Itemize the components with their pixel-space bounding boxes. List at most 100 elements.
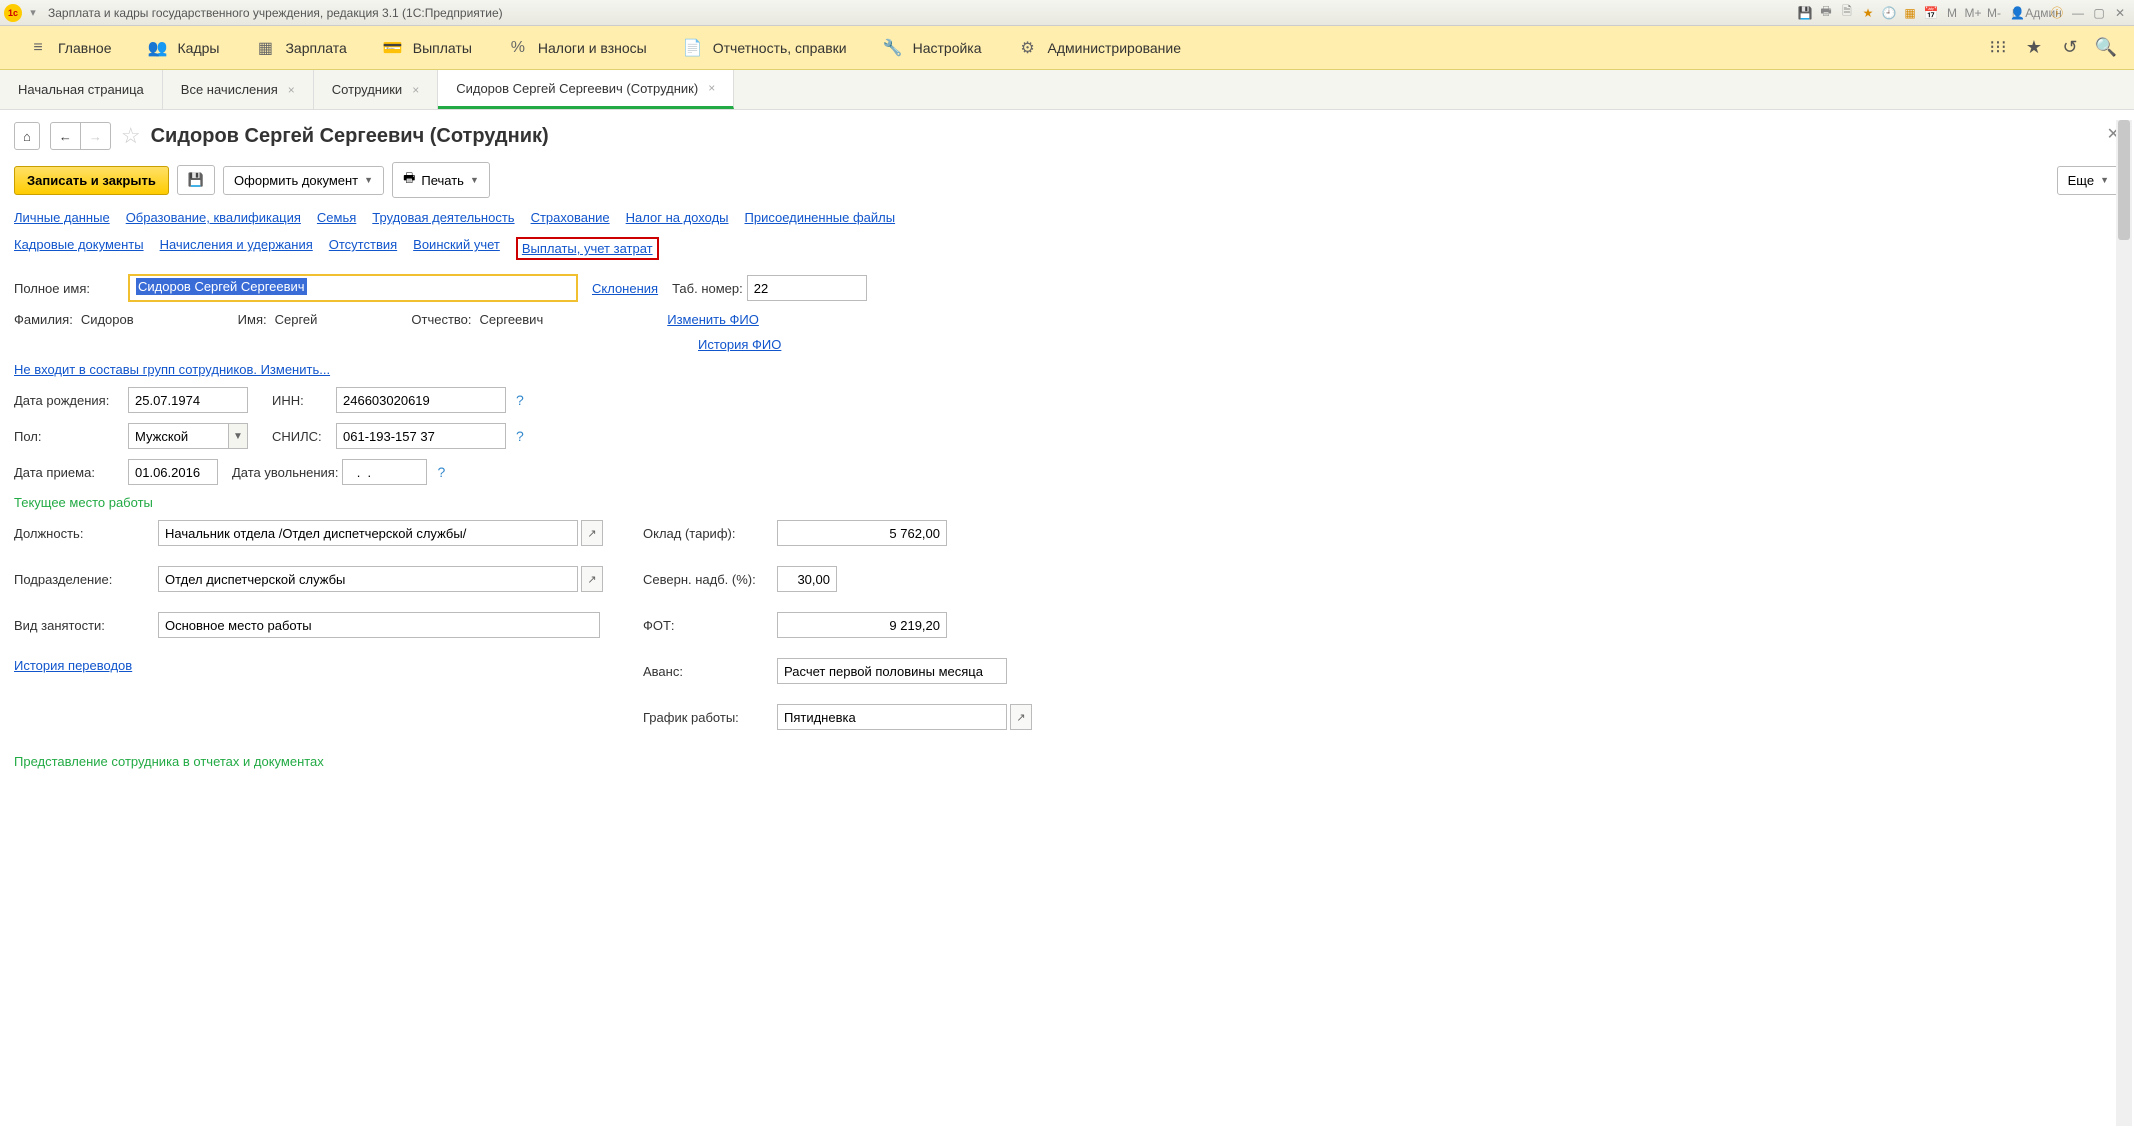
emp-type-input[interactable]	[158, 612, 600, 638]
salary-label: Оклад (тариф):	[643, 526, 773, 541]
full-name-input[interactable]: Сидоров Сергей Сергеевич	[128, 274, 578, 302]
tab-close-icon[interactable]: ×	[288, 83, 295, 97]
fire-date-input[interactable]	[342, 459, 427, 485]
link-tax[interactable]: Налог на доходы	[626, 210, 729, 225]
main-menu: ≡Главное 👥Кадры ▦Зарплата 💳Выплаты %Нало…	[0, 26, 2134, 70]
tab-employee-card[interactable]: Сидоров Сергей Сергеевич (Сотрудник)×	[438, 70, 734, 109]
favorite-star-icon[interactable]: ☆	[121, 123, 141, 149]
history-icon[interactable]: ↺	[2058, 36, 2082, 60]
patronymic-label: Отчество:	[411, 312, 471, 327]
menu-nastroyka[interactable]: 🔧Настройка	[865, 32, 1000, 64]
save-close-button[interactable]: Записать и закрыть	[14, 166, 169, 195]
menu-admin[interactable]: ⚙Администрирование	[1000, 32, 1200, 64]
menu-vyplaty[interactable]: 💳Выплаты	[365, 32, 490, 64]
menu-kadry[interactable]: 👥Кадры	[130, 32, 238, 64]
back-button[interactable]: ←	[50, 122, 81, 150]
open-ref-icon[interactable]: ↗	[581, 520, 603, 546]
save-button[interactable]: 💾	[177, 165, 215, 195]
clock-icon[interactable]: 🕘	[1879, 4, 1899, 22]
change-fio-link[interactable]: Изменить ФИО	[667, 312, 759, 327]
help-icon[interactable]: ?	[431, 464, 445, 480]
apps-icon[interactable]: ⁝⁝⁝	[1986, 36, 2010, 60]
transfers-link[interactable]: История переводов	[14, 658, 132, 673]
mminus-icon[interactable]: M-	[1984, 4, 2004, 22]
calc-icon[interactable]: ▦	[1900, 4, 1920, 22]
salary-input[interactable]	[777, 520, 947, 546]
print-icon[interactable]: 🖶	[1816, 4, 1836, 22]
link-payments-costs[interactable]: Выплаты, учет затрат	[516, 237, 659, 260]
menu-label: Настройка	[913, 40, 982, 56]
north-input[interactable]	[777, 566, 837, 592]
north-label: Северн. надб. (%):	[643, 572, 773, 587]
save-icon[interactable]: 💾	[1795, 4, 1815, 22]
link-hr-docs[interactable]: Кадровые документы	[14, 237, 144, 260]
hire-date-input[interactable]	[128, 459, 218, 485]
calendar-icon[interactable]: 📅	[1921, 4, 1941, 22]
vertical-scrollbar[interactable]	[2116, 120, 2132, 1126]
maximize-icon[interactable]: ▢	[2089, 4, 2109, 22]
link-files[interactable]: Присоединенные файлы	[745, 210, 896, 225]
dropdown-icon[interactable]: ▾	[24, 4, 42, 22]
favorite-icon[interactable]: ★	[2022, 36, 2046, 60]
close-icon[interactable]: ✕	[2110, 4, 2130, 22]
user-icon[interactable]: 👤 Админ	[2026, 4, 2046, 22]
tab-number-label: Таб. номер:	[672, 281, 743, 296]
fot-input[interactable]	[777, 612, 947, 638]
help-icon[interactable]: ?	[510, 392, 524, 408]
create-doc-button[interactable]: Оформить документ▼	[223, 166, 384, 195]
chevron-down-icon[interactable]: ▼	[228, 423, 248, 449]
more-button[interactable]: Еще▼	[2057, 166, 2120, 195]
info-icon[interactable]: ⓘ	[2047, 4, 2067, 22]
link-education[interactable]: Образование, квалификация	[126, 210, 301, 225]
snils-input[interactable]	[336, 423, 506, 449]
wallet-icon: 💳	[383, 38, 403, 58]
history-fio-link[interactable]: История ФИО	[698, 337, 781, 352]
scrollbar-thumb[interactable]	[2118, 120, 2130, 240]
position-input[interactable]	[158, 520, 578, 546]
menu-nalogi[interactable]: %Налоги и взносы	[490, 32, 665, 64]
menu-label: Главное	[58, 40, 112, 56]
advance-input[interactable]	[777, 658, 1007, 684]
link-family[interactable]: Семья	[317, 210, 356, 225]
link-absence[interactable]: Отсутствия	[329, 237, 397, 260]
tab-employees[interactable]: Сотрудники×	[314, 70, 438, 109]
link-military[interactable]: Воинский учет	[413, 237, 500, 260]
tab-all-accruals[interactable]: Все начисления×	[163, 70, 314, 109]
link-insurance[interactable]: Страхование	[531, 210, 610, 225]
menu-otchet[interactable]: 📄Отчетность, справки	[665, 32, 865, 64]
titlebar: 1c ▾ Зарплата и кадры государственного у…	[0, 0, 2134, 26]
declension-link[interactable]: Склонения	[592, 281, 658, 296]
arrow-left-icon: ←	[59, 129, 72, 144]
m-icon[interactable]: M	[1942, 4, 1962, 22]
help-icon[interactable]: ?	[510, 428, 524, 444]
forward-button[interactable]: →	[81, 122, 111, 150]
link-personal[interactable]: Личные данные	[14, 210, 110, 225]
doc-icon[interactable]: 🗎	[1837, 4, 1857, 22]
tab-start-page[interactable]: Начальная страница	[0, 70, 163, 109]
open-ref-icon[interactable]: ↗	[581, 566, 603, 592]
mplus-icon[interactable]: M+	[1963, 4, 1983, 22]
tab-close-icon[interactable]: ×	[412, 83, 419, 97]
dob-label: Дата рождения:	[14, 393, 124, 408]
link-labor[interactable]: Трудовая деятельность	[372, 210, 514, 225]
groups-link[interactable]: Не входит в составы групп сотрудников. И…	[14, 362, 330, 377]
emp-type-label: Вид занятости:	[14, 618, 154, 633]
tab-close-icon[interactable]: ×	[708, 81, 715, 95]
home-button[interactable]: ⌂	[14, 122, 40, 150]
sex-input[interactable]	[128, 423, 228, 449]
open-ref-icon[interactable]: ↗	[1010, 704, 1032, 730]
sex-combo[interactable]: ▼	[128, 423, 248, 449]
diskette-icon: 💾	[188, 172, 204, 188]
schedule-input[interactable]	[777, 704, 1007, 730]
minimize-icon[interactable]: —	[2068, 4, 2088, 22]
inn-input[interactable]	[336, 387, 506, 413]
department-input[interactable]	[158, 566, 578, 592]
print-button[interactable]: 🖶Печать▼	[392, 162, 490, 198]
star-icon[interactable]: ★	[1858, 4, 1878, 22]
menu-main[interactable]: ≡Главное	[10, 32, 130, 64]
menu-zarplata[interactable]: ▦Зарплата	[237, 32, 364, 64]
tab-number-input[interactable]	[747, 275, 867, 301]
dob-input[interactable]	[128, 387, 248, 413]
link-accruals[interactable]: Начисления и удержания	[160, 237, 313, 260]
search-icon[interactable]: 🔍	[2094, 36, 2118, 60]
